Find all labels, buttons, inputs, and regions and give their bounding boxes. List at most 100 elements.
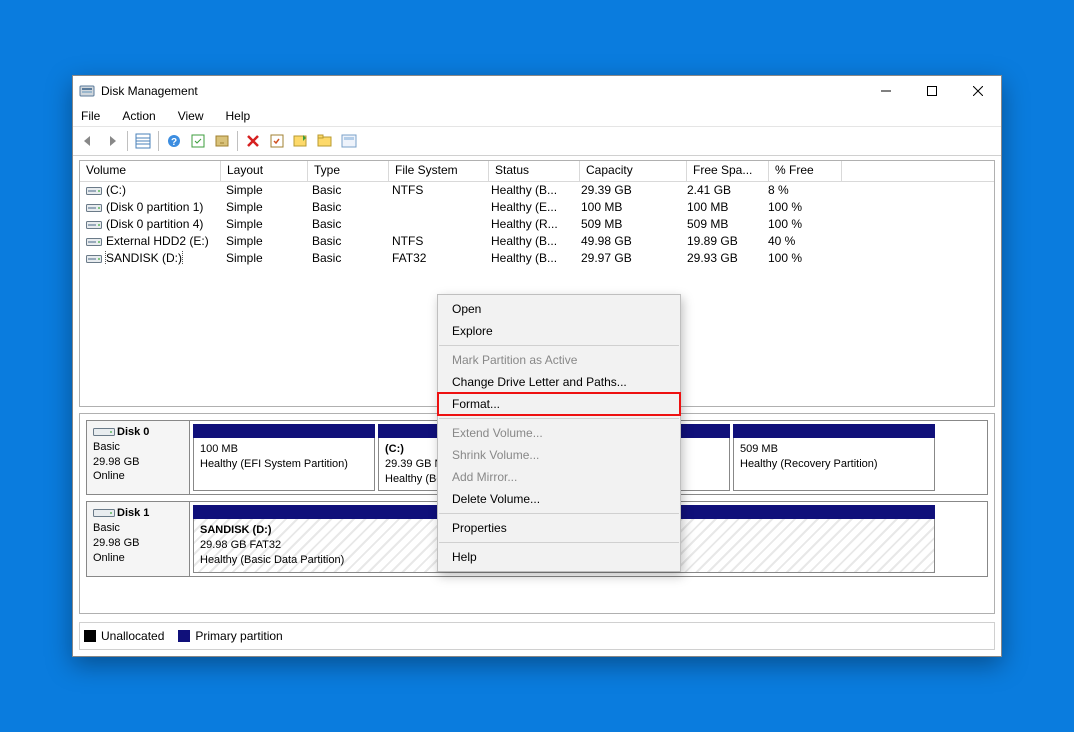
close-button[interactable] [955,76,1001,106]
disk-management-window: Disk Management File Action View Help ? … [72,75,1002,657]
menu-item-delete-volume[interactable]: Delete Volume... [438,488,680,510]
menubar: File Action View Help [73,106,1001,127]
menu-action[interactable]: Action [118,107,159,125]
volume-pct: 8 % [762,183,834,197]
col-volume[interactable]: Volume [80,161,221,181]
volume-layout: Simple [220,217,306,231]
menu-item-format[interactable]: Format... [438,393,680,415]
volume-capacity: 49.98 GB [575,234,681,248]
partition-label: SANDISK (D:) [200,524,272,536]
eject-icon[interactable] [211,130,233,152]
minimize-button[interactable] [863,76,909,106]
col-free[interactable]: Free Spa... [687,161,769,181]
volume-type: Basic [306,234,386,248]
drive-icon [86,236,102,248]
settings-icon[interactable] [338,130,360,152]
volume-list-header[interactable]: Volume Layout Type File System Status Ca… [80,161,994,182]
col-status[interactable]: Status [489,161,580,181]
volume-pct: 100 % [762,217,834,231]
volume-name: (Disk 0 partition 4) [106,217,203,231]
legend: Unallocated Primary partition [79,622,995,650]
volume-status: Healthy (B... [485,251,575,265]
volume-pct: 40 % [762,234,834,248]
volume-pct: 100 % [762,200,834,214]
menu-item-properties[interactable]: Properties [438,517,680,539]
volume-type: Basic [306,251,386,265]
volume-type: Basic [306,217,386,231]
properties-icon[interactable] [266,130,288,152]
titlebar[interactable]: Disk Management [73,76,1001,106]
volume-free: 19.89 GB [681,234,762,248]
disk-state: Online [93,470,125,482]
volume-row[interactable]: (Disk 0 partition 1)SimpleBasicHealthy (… [80,199,994,216]
menu-file[interactable]: File [77,107,104,125]
menu-item-open[interactable]: Open [438,298,680,320]
legend-unallocated: Unallocated [101,629,164,643]
action-icon[interactable] [290,130,312,152]
volume-free: 2.41 GB [681,183,762,197]
volume-layout: Simple [220,200,306,214]
volume-pct: 100 % [762,251,834,265]
disk-name: Disk 1 [117,507,149,519]
forward-button[interactable] [101,130,123,152]
menu-item-add-mirror: Add Mirror... [438,466,680,488]
app-icon [79,83,95,99]
partition-size: 100 MB [200,443,238,455]
view-list-icon[interactable] [132,130,154,152]
volume-row[interactable]: External HDD2 (E:)SimpleBasicNTFSHealthy… [80,233,994,250]
volume-fs: NTFS [386,234,485,248]
partition-label: (C:) [385,443,404,455]
volume-free: 509 MB [681,217,762,231]
partition[interactable]: 509 MBHealthy (Recovery Partition) [733,424,935,492]
menu-help[interactable]: Help [222,107,255,125]
menu-item-help[interactable]: Help [438,546,680,568]
volume-row[interactable]: SANDISK (D:)SimpleBasicFAT32Healthy (B..… [80,250,994,267]
help-icon[interactable]: ? [163,130,185,152]
drive-icon [86,219,102,231]
partition-status: Healthy (Basic Data Partition) [200,554,344,566]
volume-fs: NTFS [386,183,485,197]
volume-row[interactable]: (C:)SimpleBasicNTFSHealthy (B...29.39 GB… [80,182,994,199]
volume-free: 100 MB [681,200,762,214]
menu-item-extend-volume: Extend Volume... [438,422,680,444]
col-type[interactable]: Type [308,161,389,181]
partition-size: 29.98 GB FAT32 [200,539,281,551]
volume-free: 29.93 GB [681,251,762,265]
partition-status: Healthy (EFI System Partition) [200,458,348,470]
disk-type: Basic [93,441,120,453]
volume-layout: Simple [220,183,306,197]
volume-capacity: 29.97 GB [575,251,681,265]
volume-status: Healthy (B... [485,183,575,197]
drive-icon [86,253,102,265]
legend-primary: Primary partition [195,629,282,643]
delete-icon[interactable] [242,130,264,152]
menu-item-change-drive-letter-and-paths[interactable]: Change Drive Letter and Paths... [438,371,680,393]
volume-capacity: 100 MB [575,200,681,214]
menu-item-explore[interactable]: Explore [438,320,680,342]
volume-type: Basic [306,200,386,214]
col-pctfree[interactable]: % Free [769,161,842,181]
disk-size: 29.98 GB [93,537,139,549]
open-icon[interactable] [314,130,336,152]
disk-size: 29.98 GB [93,456,139,468]
svg-text:?: ? [171,137,177,148]
back-button[interactable] [77,130,99,152]
disk-icon [93,426,115,438]
context-menu[interactable]: OpenExploreMark Partition as ActiveChang… [437,294,681,572]
volume-fs: FAT32 [386,251,485,265]
menu-view[interactable]: View [174,107,208,125]
partition-status: Healthy (Recovery Partition) [740,458,878,470]
col-filesystem[interactable]: File System [389,161,489,181]
disk-state: Online [93,552,125,564]
col-layout[interactable]: Layout [221,161,308,181]
maximize-button[interactable] [909,76,955,106]
toolbar: ? [73,127,1001,156]
volume-status: Healthy (R... [485,217,575,231]
partition[interactable]: 100 MB Healthy (EFI System Partition) [193,424,375,492]
volume-row[interactable]: (Disk 0 partition 4) SimpleBasic Healthy (… [80,216,994,233]
col-capacity[interactable]: Capacity [580,161,687,181]
volume-name: External HDD2 (E:) [106,234,209,248]
drive-icon [86,185,102,197]
refresh-icon[interactable] [187,130,209,152]
menu-item-shrink-volume: Shrink Volume... [438,444,680,466]
